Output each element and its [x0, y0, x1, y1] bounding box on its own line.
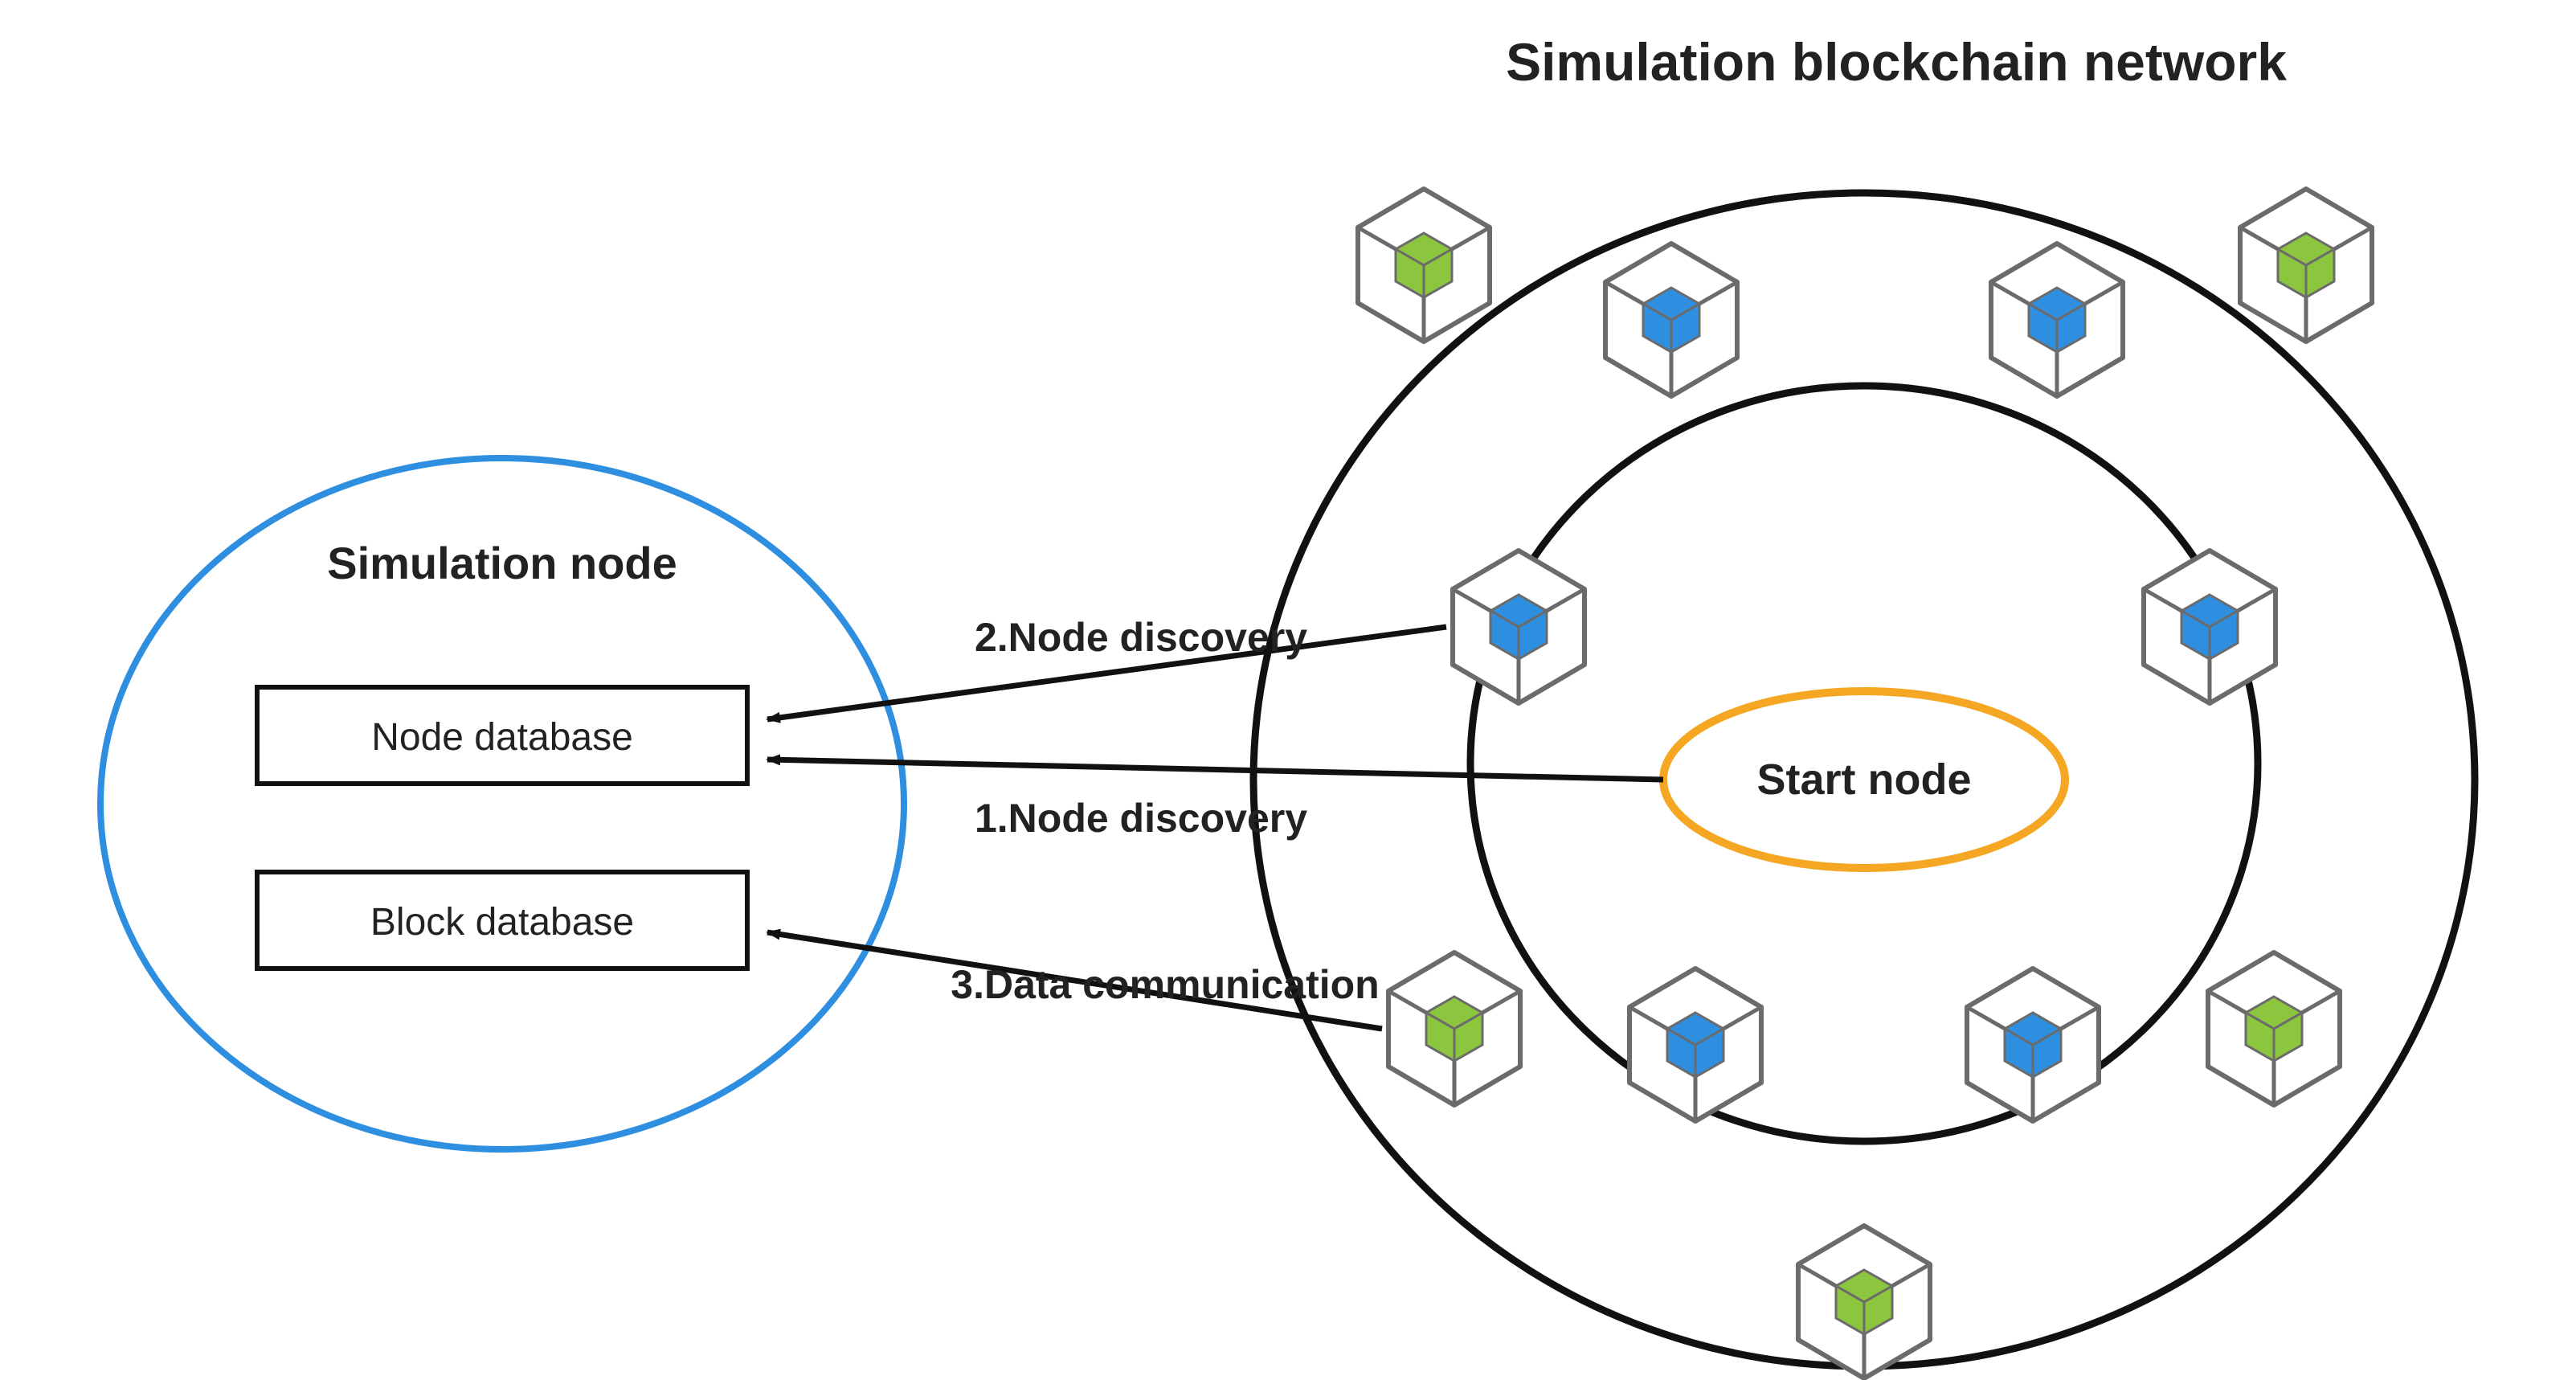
inner-cube-4: [2144, 551, 2275, 703]
block-database-box: Block database: [257, 872, 747, 968]
diagram-root: Simulation blockchain network Start node: [0, 0, 2576, 1380]
arrow-3: 3.Data communication: [767, 932, 1382, 1029]
outer-cube-2: [2240, 189, 2372, 342]
inner-cube-1: [1605, 244, 1737, 396]
arrow-3-label: 3.Data communication: [951, 962, 1379, 1007]
outer-cube-3: [1388, 952, 1520, 1105]
inner-cube-6: [1967, 968, 2099, 1121]
start-node: Start node: [1663, 691, 2065, 868]
arrow-2-label: 2.Node discovery: [975, 615, 1307, 660]
inner-cube-3: [1453, 551, 1584, 703]
inner-cube-2: [1991, 244, 2123, 396]
block-database-label: Block database: [370, 901, 634, 944]
outer-cube-5: [1798, 1226, 1930, 1378]
outer-cube-1: [1358, 189, 1490, 342]
node-database-label: Node database: [371, 716, 633, 759]
inner-cube-5: [1629, 968, 1761, 1121]
network-title: Simulation blockchain network: [1506, 32, 2287, 92]
start-node-label: Start node: [1756, 756, 1971, 804]
simulation-node-group: Simulation node Node database Block data…: [100, 458, 904, 1149]
outer-cube-4: [2208, 952, 2340, 1105]
node-database-box: Node database: [257, 687, 747, 784]
sim-node-title: Simulation node: [327, 538, 677, 588]
arrow-1-label: 1.Node discovery: [975, 796, 1307, 841]
